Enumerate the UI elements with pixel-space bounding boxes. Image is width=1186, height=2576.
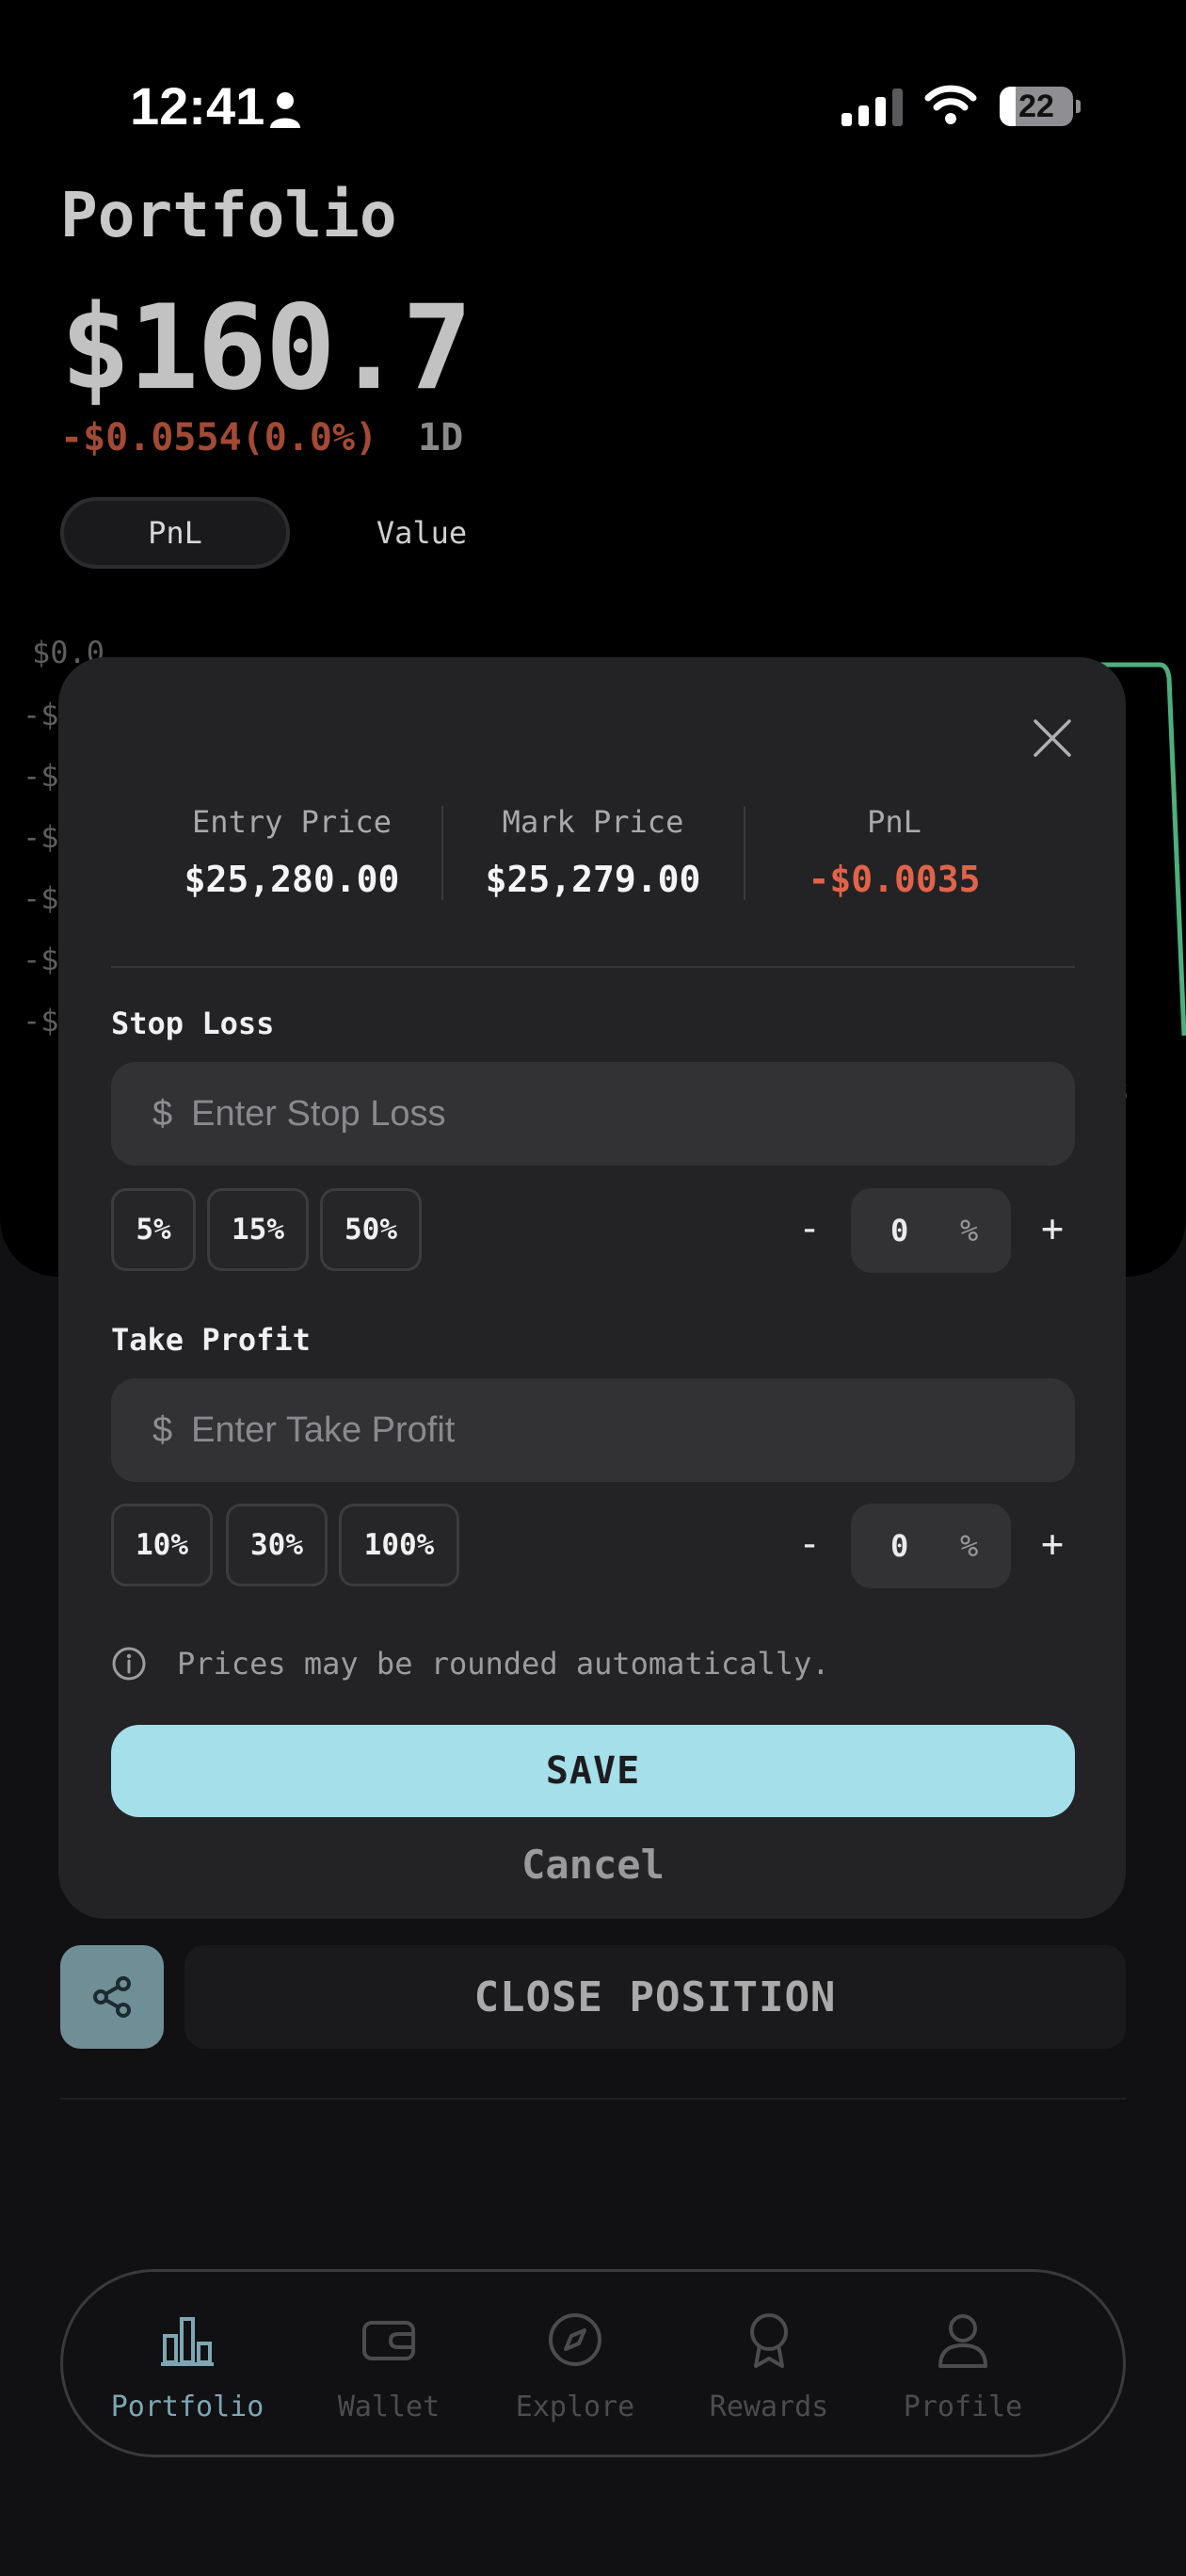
- y-tick: -$: [23, 942, 59, 977]
- stop-loss-increment-button[interactable]: +: [1041, 1207, 1064, 1250]
- stop-loss-preset-50[interactable]: 50%: [320, 1188, 422, 1271]
- stop-loss-placeholder: Enter Stop Loss: [191, 1093, 446, 1134]
- bottom-nav: Portfolio Wallet Explore Rewards Profile: [60, 2269, 1126, 2457]
- percent-sign: %: [960, 1528, 979, 1564]
- user-icon: [938, 2314, 987, 2368]
- toggle-value[interactable]: Value: [328, 497, 516, 569]
- period-label[interactable]: 1D: [418, 416, 463, 459]
- take-profit-preset-10[interactable]: 10%: [111, 1504, 213, 1586]
- bar-chart-icon: [161, 2317, 214, 2366]
- share-button[interactable]: [60, 1945, 164, 2049]
- nav-rewards[interactable]: Rewards: [684, 2310, 854, 2432]
- stop-loss-preset-15[interactable]: 15%: [207, 1188, 309, 1271]
- nav-wallet[interactable]: Wallet: [304, 2310, 473, 2432]
- y-tick: -$: [23, 1003, 59, 1038]
- mark-price-label: Mark Price: [502, 804, 684, 840]
- percent-value: 0: [890, 1528, 909, 1564]
- take-profit-preset-30[interactable]: 30%: [226, 1504, 328, 1586]
- take-profit-percent-field[interactable]: 0 %: [851, 1504, 1011, 1588]
- take-profit-input[interactable]: $ Enter Take Profit: [111, 1378, 1075, 1482]
- percent-sign: %: [960, 1213, 979, 1248]
- balance-change: -$0.0554(0.0%): [60, 416, 378, 459]
- stop-loss-decrement-button[interactable]: -: [798, 1207, 821, 1250]
- nav-profile[interactable]: Profile: [878, 2310, 1048, 2432]
- nav-explore[interactable]: Explore: [490, 2310, 660, 2432]
- cancel-button[interactable]: Cancel: [111, 1836, 1075, 1892]
- close-icon[interactable]: [1030, 716, 1075, 761]
- share-icon: [93, 1976, 131, 2018]
- wifi-icon: [924, 85, 977, 124]
- close-position-button[interactable]: CLOSE POSITION: [184, 1945, 1126, 2049]
- entry-price-value: $25,280.00: [184, 859, 400, 900]
- y-tick: -$: [23, 880, 59, 916]
- divider: [111, 966, 1075, 968]
- take-profit-label: Take Profit: [111, 1322, 311, 1358]
- stop-loss-percent-field[interactable]: 0 %: [851, 1188, 1011, 1273]
- wallet-icon: [362, 2321, 415, 2360]
- currency-symbol: $: [152, 1093, 173, 1134]
- entry-price-label: Entry Price: [192, 804, 392, 840]
- portfolio-balance: $160.7: [60, 281, 473, 416]
- person-icon: [270, 92, 300, 128]
- info-icon: [112, 1647, 146, 1681]
- take-profit-increment-button[interactable]: +: [1041, 1522, 1064, 1566]
- percent-value: 0: [890, 1213, 909, 1248]
- y-tick: -$: [23, 758, 59, 794]
- page-title: Portfolio: [60, 179, 397, 251]
- take-profit-decrement-button[interactable]: -: [798, 1522, 821, 1566]
- y-tick: -$: [23, 819, 59, 855]
- y-tick: -$: [23, 697, 59, 733]
- stop-loss-label: Stop Loss: [111, 1006, 275, 1041]
- compass-icon: [549, 2313, 601, 2366]
- cellular-signal-icon: [841, 89, 903, 126]
- save-button[interactable]: SAVE: [111, 1725, 1075, 1817]
- mark-price-value: $25,279.00: [485, 859, 701, 900]
- divider: [60, 2098, 1126, 2100]
- battery-indicator: 22: [1000, 87, 1081, 126]
- currency-symbol: $: [152, 1409, 173, 1450]
- stop-loss-preset-5[interactable]: 5%: [111, 1188, 196, 1271]
- take-profit-placeholder: Enter Take Profit: [191, 1409, 456, 1450]
- toggle-pnl[interactable]: PnL: [60, 497, 290, 569]
- take-profit-preset-100[interactable]: 100%: [339, 1504, 459, 1586]
- stop-loss-input[interactable]: $ Enter Stop Loss: [111, 1062, 1075, 1166]
- nav-portfolio[interactable]: Portfolio: [103, 2310, 272, 2432]
- status-time: 12:41: [130, 76, 265, 136]
- pnl-value: -$0.0035: [808, 859, 981, 900]
- rounding-notice: Prices may be rounded automatically.: [177, 1646, 830, 1682]
- award-icon: [750, 2313, 788, 2368]
- pnl-label: PnL: [867, 804, 922, 840]
